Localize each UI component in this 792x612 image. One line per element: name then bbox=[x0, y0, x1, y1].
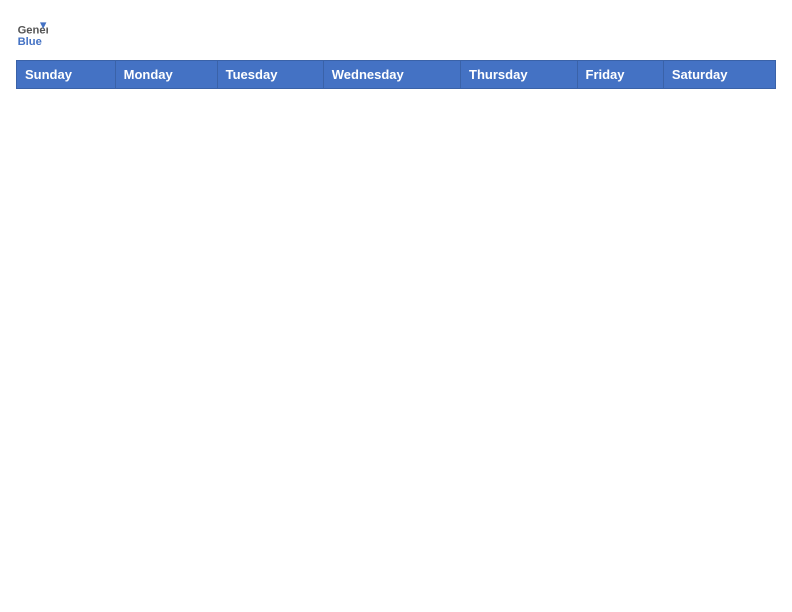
logo: General Blue bbox=[16, 16, 48, 48]
day-header-thursday: Thursday bbox=[461, 61, 577, 89]
calendar-header-row: SundayMondayTuesdayWednesdayThursdayFrid… bbox=[17, 61, 776, 89]
day-header-wednesday: Wednesday bbox=[323, 61, 460, 89]
day-header-sunday: Sunday bbox=[17, 61, 116, 89]
svg-text:Blue: Blue bbox=[18, 36, 42, 48]
day-header-saturday: Saturday bbox=[663, 61, 775, 89]
day-header-monday: Monday bbox=[115, 61, 217, 89]
calendar: SundayMondayTuesdayWednesdayThursdayFrid… bbox=[16, 60, 776, 89]
day-header-tuesday: Tuesday bbox=[217, 61, 323, 89]
logo-icon: General Blue bbox=[16, 16, 48, 48]
day-header-friday: Friday bbox=[577, 61, 663, 89]
header: General Blue bbox=[16, 16, 776, 48]
